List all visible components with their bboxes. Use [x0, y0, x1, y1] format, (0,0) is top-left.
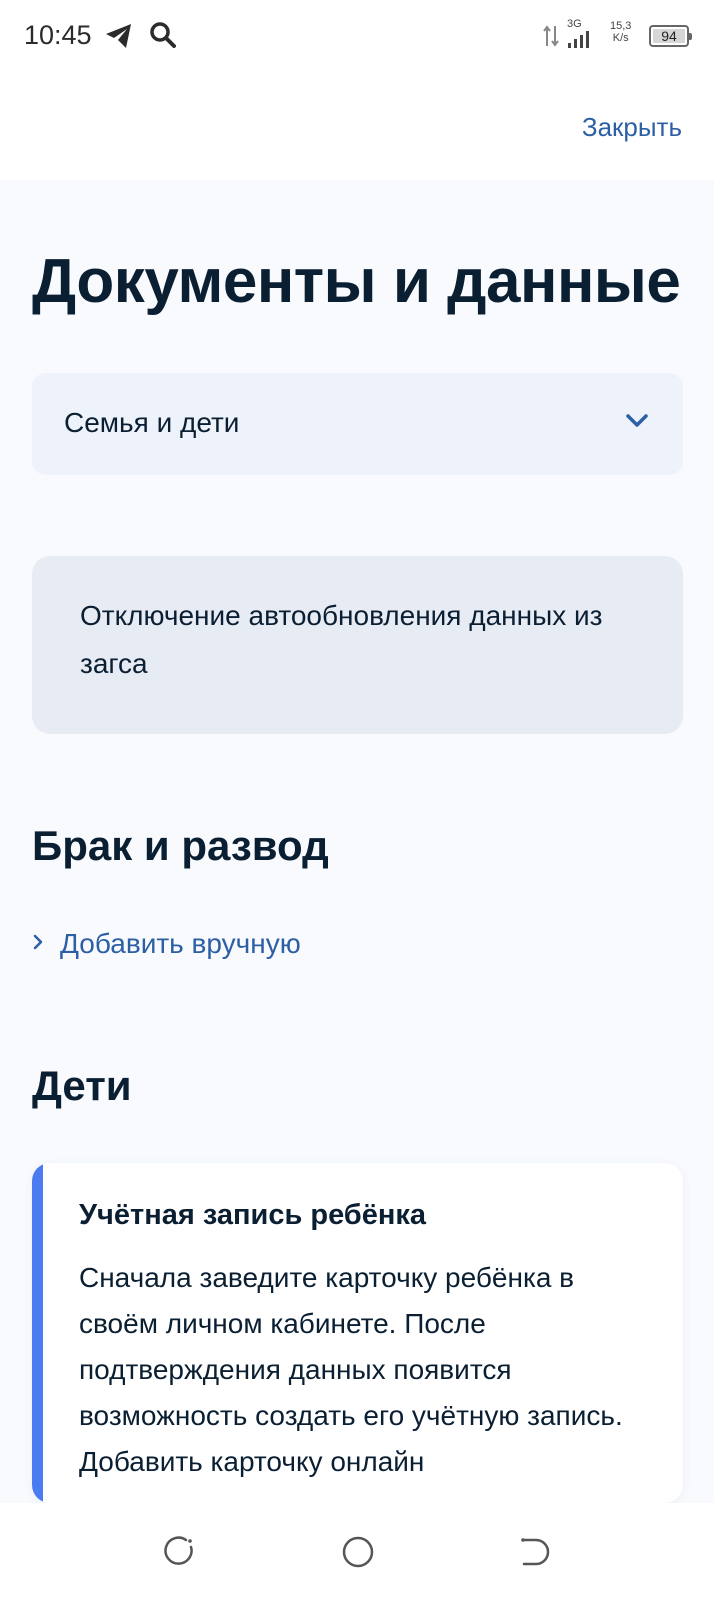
add-manually-link[interactable]: Добавить вручную	[32, 928, 301, 960]
zags-autoupdate-card[interactable]: Отключение автообновления данных из загс…	[32, 556, 683, 734]
page-title: Документы и данные	[32, 247, 681, 316]
battery-icon: 94	[649, 25, 692, 47]
category-select-value: Семья и дети	[64, 407, 240, 438]
battery-level: 94	[661, 28, 677, 44]
search-icon	[148, 20, 178, 55]
add-manually-label: Добавить вручную	[60, 928, 301, 959]
zags-autoupdate-text: Отключение автообновления данных из загс…	[80, 600, 603, 679]
chevron-down-icon	[625, 413, 649, 434]
chevron-right-icon	[32, 933, 44, 956]
section-title-children: Дети	[32, 1062, 132, 1109]
status-time: 10:45	[24, 20, 92, 50]
child-account-text: Сначала заведите карточку ребёнка в своё…	[79, 1262, 623, 1477]
data-arrows-icon	[543, 24, 559, 53]
system-nav-bar	[0, 1503, 714, 1599]
telegram-icon	[104, 22, 134, 55]
signal-icon	[568, 30, 592, 53]
section-title-marriage: Брак и развод	[32, 822, 329, 869]
child-account-title: Учётная запись ребёнка	[79, 1199, 427, 1231]
close-button[interactable]: Закрыть	[582, 112, 682, 143]
speed-unit: K/s	[612, 32, 629, 44]
speed-value: 15,3	[610, 20, 632, 32]
home-icon[interactable]	[341, 1535, 375, 1574]
network-speed: 15,3 K/s	[610, 20, 631, 44]
status-bar: 10:45 3G 15,3 K/s 94	[0, 0, 714, 80]
back-icon[interactable]	[518, 1535, 552, 1574]
app-header: Закрыть	[0, 80, 714, 180]
recents-icon[interactable]	[162, 1535, 196, 1574]
child-account-card: Учётная запись ребёнка Сначала заведите …	[32, 1163, 683, 1503]
network-type: 3G	[567, 18, 582, 30]
card-accent-bar	[32, 1163, 43, 1503]
category-select[interactable]: Семья и дети	[32, 373, 683, 475]
